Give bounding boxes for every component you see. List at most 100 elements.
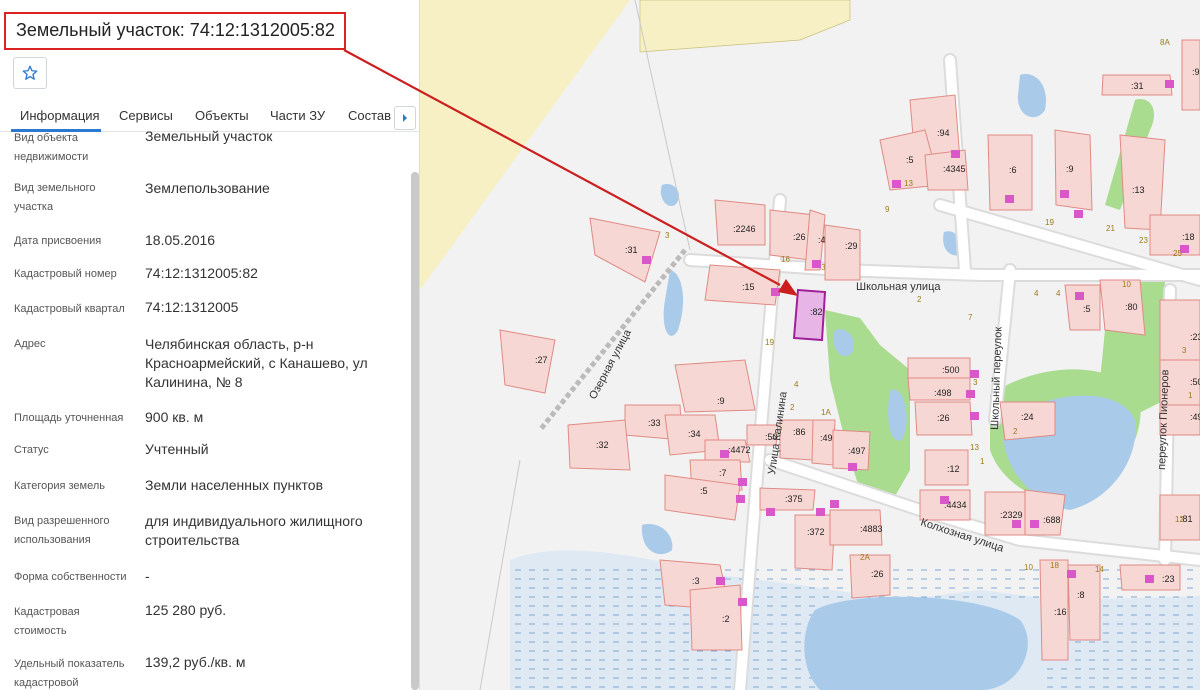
- house-number: 10: [1024, 563, 1033, 572]
- parcel-label: :32: [596, 440, 609, 450]
- parcel[interactable]: [794, 514, 836, 571]
- tab-parts[interactable]: Части ЗУ: [270, 108, 325, 123]
- building: [1074, 210, 1083, 218]
- house-number: 9: [885, 205, 890, 214]
- house-number: 12: [1175, 515, 1184, 524]
- parcel[interactable]: [779, 419, 816, 461]
- building: [771, 288, 780, 296]
- building: [1012, 520, 1021, 528]
- parcel[interactable]: [849, 554, 891, 599]
- building: [738, 478, 747, 486]
- parcel-label: :15: [742, 282, 755, 292]
- attr-key: Кадастровая стоимость: [14, 606, 80, 637]
- parcel-label: :495: [1190, 412, 1200, 422]
- house-number: 4: [794, 380, 799, 389]
- parcel[interactable]: [824, 224, 861, 281]
- house-number: 4: [1056, 289, 1061, 298]
- parcel[interactable]: [714, 199, 766, 246]
- parcel-label: :5: [1083, 304, 1091, 314]
- house-number: 2: [1013, 427, 1018, 436]
- panel-scrollbar[interactable]: [411, 172, 419, 690]
- attr-key: Площадь уточненная: [14, 412, 124, 424]
- tab-objects[interactable]: Объекты: [195, 108, 249, 123]
- lake: [804, 596, 1028, 690]
- parcel-label: :16: [1054, 607, 1067, 617]
- building: [940, 496, 949, 504]
- house-number: 14: [1095, 565, 1104, 574]
- parcel-label: :5: [906, 155, 914, 165]
- attr-key: Статус: [14, 444, 49, 456]
- attr-value: 125 280 руб.: [145, 602, 227, 618]
- building: [716, 577, 725, 585]
- house-number: 25: [1173, 249, 1182, 258]
- cadastral-map[interactable]: :31:27:2246:26:4886:29:15:82:94:5:4345:6…: [420, 0, 1200, 690]
- parcel[interactable]: [1159, 299, 1200, 361]
- parcel-label: :34: [688, 429, 701, 439]
- house-number: 1: [1188, 391, 1193, 400]
- tab-composition[interactable]: Состав: [348, 108, 391, 123]
- attr-value: Землепользование: [145, 180, 270, 196]
- house-number: 13: [904, 179, 913, 188]
- tab-services[interactable]: Сервисы: [119, 108, 173, 123]
- parcel[interactable]: [689, 584, 743, 651]
- parcel[interactable]: [1024, 489, 1066, 536]
- parcel-label: :80: [1125, 302, 1138, 312]
- house-number: 4: [1034, 289, 1039, 298]
- building: [970, 412, 979, 420]
- building: [1067, 570, 1076, 578]
- building: [892, 180, 901, 188]
- parcel-label: :23: [1190, 332, 1200, 342]
- building: [816, 508, 825, 516]
- house-number: 8А: [1160, 38, 1170, 47]
- attr-value: Челябинская область, р-н Красноармейский…: [145, 336, 368, 390]
- attr-value: -: [145, 568, 150, 584]
- house-number: 1А: [821, 408, 831, 417]
- attr-key: Адрес: [14, 338, 46, 350]
- parcel[interactable]: [674, 359, 756, 413]
- building: [738, 598, 747, 606]
- map-canvas[interactable]: :31:27:2246:26:4886:29:15:82:94:5:4345:6…: [420, 0, 1200, 690]
- parcel[interactable]: [907, 357, 971, 379]
- house-number: 3: [1182, 346, 1187, 355]
- parcel-label: :6: [1009, 165, 1017, 175]
- parcel-label: :2: [722, 614, 730, 624]
- parcel-label: :500: [942, 365, 960, 375]
- parcel-label: :23: [1162, 574, 1175, 584]
- tabs-next-button[interactable]: [394, 106, 416, 130]
- building: [1005, 195, 1014, 203]
- attr-value: 139,2 руб./кв. м: [145, 654, 246, 670]
- tab-information[interactable]: Информация: [20, 108, 100, 123]
- attr-key: Вид земельного участка: [14, 182, 96, 213]
- attr-value: 74:12:1312005: [145, 299, 239, 315]
- parcel-label: :27: [535, 355, 548, 365]
- building: [970, 370, 979, 378]
- parcel-label: :31: [1131, 81, 1144, 91]
- parcel-label: :5: [700, 486, 708, 496]
- house-number: 3: [973, 378, 978, 387]
- house-number: 16: [781, 255, 790, 264]
- house-number: 2А: [860, 553, 870, 562]
- parcel-label: :7: [719, 468, 727, 478]
- house-number: 18: [1050, 561, 1059, 570]
- house-number: 3: [821, 263, 826, 272]
- building: [1030, 520, 1039, 528]
- attr-value: для индивидуального жилищного строительс…: [145, 513, 363, 548]
- attr-value: Земельный участок: [145, 128, 273, 144]
- attr-key: Кадастровый номер: [14, 268, 117, 280]
- info-panel: Земельный участок: 74:12:1312005:82 Инфо…: [0, 0, 420, 690]
- building: [720, 450, 729, 458]
- favorite-button[interactable]: [13, 57, 47, 89]
- parcel-label: :95: [1192, 67, 1200, 77]
- parcel-label: :9: [717, 396, 725, 406]
- chevron-right-icon: [403, 114, 407, 122]
- house-number: 2: [790, 403, 795, 412]
- house-number: 1: [980, 457, 985, 466]
- parcel-label: :372: [807, 527, 825, 537]
- attr-key: Кадастровый квартал: [14, 303, 125, 315]
- attr-key: Вид объекта недвижимости: [14, 132, 89, 163]
- attr-value: Учтенный: [145, 441, 209, 457]
- building: [830, 500, 839, 508]
- building: [848, 463, 857, 471]
- parcel-label: :13: [1132, 185, 1145, 195]
- parcel-label: :12: [947, 464, 960, 474]
